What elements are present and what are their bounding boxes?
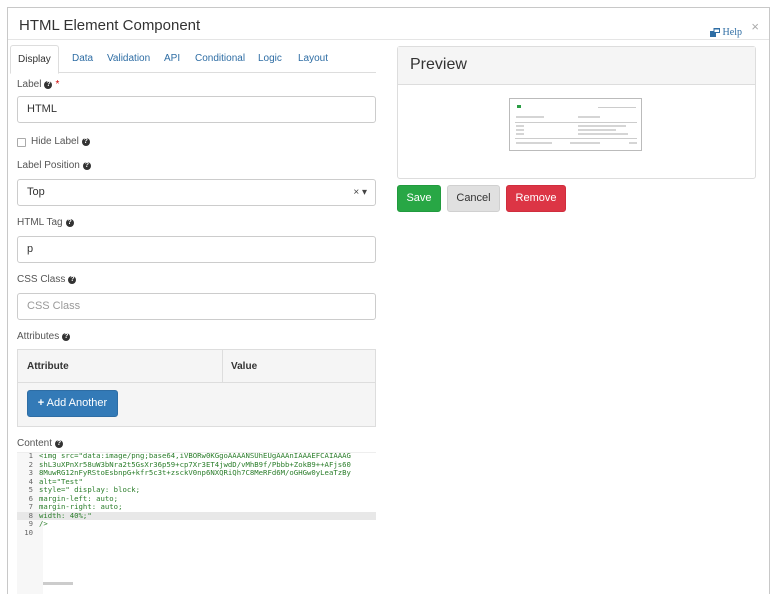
attributes-table: Attribute Value + Add Another	[17, 349, 376, 427]
add-another-button[interactable]: + Add Another	[27, 390, 118, 417]
hide-label-checkbox[interactable]	[17, 138, 26, 147]
code-line: 9/>	[28, 519, 48, 528]
label-position-select[interactable]: Top × ▾	[17, 179, 376, 206]
label-field-label: Label ? *	[17, 79, 59, 90]
thumb-line	[515, 138, 637, 139]
cancel-button[interactable]: Cancel	[447, 185, 500, 212]
attributes-text: Attributes	[17, 331, 60, 342]
content-text: Content	[17, 438, 53, 449]
column-header-attribute: Attribute	[27, 361, 69, 372]
modal-header: HTML Element Component Help ×	[8, 8, 769, 40]
code-lines: 1 <img src="data:image/png;base64,iVBORw0…	[17, 453, 376, 537]
settings-tabs: Display Data Validation API Conditional …	[10, 45, 376, 74]
column-header-value: Value	[231, 361, 258, 372]
question-circle-icon: ?	[65, 218, 74, 227]
label-position-label: Label Position ?	[17, 160, 91, 171]
add-another-label: Add Another	[46, 397, 108, 409]
html-tag-input[interactable]: p	[17, 236, 376, 263]
question-circle-icon: ?	[62, 332, 71, 341]
thumb-text	[578, 129, 616, 131]
remove-button[interactable]: Remove	[506, 185, 566, 212]
css-class-text: CSS Class	[17, 274, 66, 285]
css-class-input[interactable]: CSS Class	[17, 293, 376, 320]
tab-validation[interactable]: Validation	[107, 45, 150, 73]
thumb-text	[578, 125, 626, 127]
content-label: Content ?	[17, 438, 64, 449]
attributes-table-header: Attribute Value	[18, 350, 375, 383]
preview-image	[509, 98, 642, 151]
preview-title: Preview	[410, 56, 467, 73]
tab-conditional[interactable]: Conditional	[195, 45, 245, 73]
label-position-value: Top	[27, 186, 45, 198]
help-label: Help	[722, 27, 742, 38]
label-input[interactable]: HTML	[17, 96, 376, 123]
question-circle-icon: ?	[82, 161, 91, 170]
css-class-label: CSS Class ?	[17, 274, 77, 285]
content-code-editor[interactable]: 1 <img src="data:image/png;base64,iVBORw0…	[17, 452, 376, 594]
external-window-icon	[709, 28, 720, 37]
code-line: 10	[24, 527, 33, 537]
hide-label-label: Hide Label ?	[31, 136, 90, 147]
code-line-active: 8 width: 40%;"	[17, 511, 376, 520]
tab-layout[interactable]: Layout	[298, 45, 328, 73]
code-scrollbar[interactable]	[43, 582, 73, 585]
question-circle-icon: ?	[44, 80, 53, 89]
thumb-text	[570, 142, 600, 144]
select-controls: × ▾	[353, 180, 367, 205]
thumb-text	[578, 133, 628, 135]
save-button[interactable]: Save	[397, 185, 441, 212]
attributes-label: Attributes ?	[17, 331, 71, 342]
tab-logic[interactable]: Logic	[258, 45, 282, 73]
close-icon[interactable]: ×	[751, 20, 759, 33]
preview-header: Preview	[398, 47, 755, 85]
tab-data[interactable]: Data	[72, 45, 93, 73]
label-text: Label	[17, 79, 42, 90]
thumb-text	[516, 133, 524, 135]
chevron-down-icon[interactable]: ▾	[362, 187, 367, 198]
required-marker: *	[55, 79, 60, 90]
help-link[interactable]: Help	[709, 27, 742, 38]
preview-panel: Preview	[397, 46, 756, 179]
column-divider	[222, 350, 223, 383]
thumb-text	[516, 142, 552, 144]
thumb-text	[578, 116, 600, 118]
hide-label-text: Hide Label	[31, 136, 79, 147]
thumb-text	[516, 116, 544, 118]
question-circle-icon: ?	[68, 275, 77, 284]
thumb-text	[629, 142, 637, 144]
html-tag-text: HTML Tag	[17, 217, 63, 228]
tab-api[interactable]: API	[164, 45, 180, 73]
thumb-mark	[517, 105, 521, 108]
plus-icon: +	[37, 397, 45, 409]
tab-display[interactable]: Display	[10, 45, 59, 74]
clear-icon[interactable]: ×	[353, 187, 359, 198]
question-circle-icon: ?	[55, 439, 64, 448]
thumb-line	[515, 122, 637, 123]
label-position-text: Label Position	[17, 160, 80, 171]
html-tag-label: HTML Tag ?	[17, 217, 74, 228]
thumb-text	[516, 129, 524, 131]
question-circle-icon: ?	[81, 137, 90, 146]
thumb-line	[598, 107, 636, 108]
modal-title: HTML Element Component	[19, 17, 201, 34]
thumb-text	[516, 125, 524, 127]
